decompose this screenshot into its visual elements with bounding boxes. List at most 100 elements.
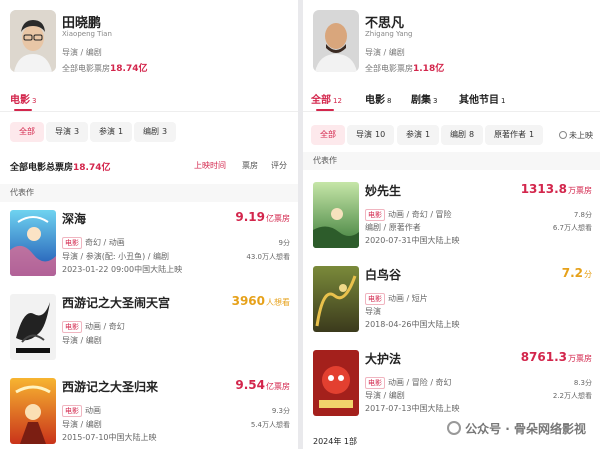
movie-score: 9.3分 [271, 407, 290, 415]
tab-other-shows[interactable]: 其他节目 1 [459, 91, 505, 106]
movie-item[interactable]: 西游记之大圣闹天宫 3960人想看 电影 动画 / 奇幻 导演 / 编剧 [0, 294, 298, 378]
person-avatar[interactable] [10, 10, 56, 72]
role-filter-chips: 全部 导演 3 参演 1 编剧 3 [0, 122, 298, 144]
tab-label: 全部 [311, 95, 331, 106]
movie-genre: 动画 / 短片 [388, 294, 428, 303]
chip-actor[interactable]: 参演 1 [397, 125, 440, 145]
movie-item[interactable]: 西游记之大圣归来 9.54亿票房 电影 动画 9.3分 导演 / 编剧 5.4万人… [0, 378, 298, 449]
movie-poster[interactable] [313, 266, 359, 332]
movie-box-office: 8761.3万票房 [521, 350, 592, 364]
total-box-office: 全部电影总票房18.74亿 [10, 160, 110, 173]
chip-original-author[interactable]: 原著作者 1 [485, 125, 544, 145]
chip-label: 全部 [19, 127, 35, 136]
person-name: 不思凡 [365, 16, 405, 31]
movie-title: 大护法 [365, 352, 402, 366]
box-office-value: 1.18亿 [413, 64, 445, 74]
chip-count: 8 [469, 130, 475, 139]
movie-item[interactable]: 白鸟谷 7.2分 电影 动画 / 短片 导演 2018-04-26中国大陆上映 [303, 266, 600, 350]
chip-director[interactable]: 导演 3 [46, 122, 89, 142]
poster-image-icon [313, 350, 359, 416]
wechat-official-account-icon [447, 421, 462, 435]
movie-metric-unit: 万票房 [568, 354, 592, 363]
chip-all[interactable]: 全部 [10, 122, 44, 142]
movie-item[interactable]: 深海 9.19亿票房 电影 奇幻 / 动画 9分 导演 / 参演(配: 小丑鱼) … [0, 210, 298, 294]
movie-metric-unit: 分 [584, 270, 592, 279]
chip-label: 参演 [99, 127, 115, 136]
movie-want-metric: 3960人想看 [232, 294, 290, 308]
person-avatar[interactable] [313, 10, 359, 72]
tab-movies[interactable]: 电影 8 [365, 91, 391, 106]
chip-label: 全部 [320, 130, 336, 139]
movie-type-tag: 电影 [365, 293, 385, 305]
movie-title: 妙先生 [365, 184, 402, 198]
movie-title: 深海 [62, 212, 87, 226]
tab-count: 3 [32, 97, 37, 105]
year-count: 1部 [343, 437, 357, 446]
chip-actor[interactable]: 参演 1 [90, 122, 133, 142]
movie-poster[interactable] [10, 378, 56, 444]
category-tabs: 全部 12 电影 8 剧集 3 其他节目 1 [303, 88, 600, 112]
poster-image-icon [10, 210, 56, 276]
person-box-office: 全部电影票房1.18亿 [365, 61, 444, 74]
movie-poster[interactable] [313, 182, 359, 248]
movie-genre-line: 电影 奇幻 / 动画 [62, 237, 125, 249]
avatar-portrait-icon [313, 10, 359, 72]
chip-all[interactable]: 全部 [311, 125, 345, 145]
movie-genre-line: 电影 动画 / 短片 [365, 293, 428, 305]
right-person-panel: 不思凡 Zhigang Yang 导演 / 编剧 全部电影票房1.18亿 全部 1… [303, 0, 600, 449]
movie-score: 9分 [278, 239, 290, 247]
poster-image-icon [10, 378, 56, 444]
movie-type-tag: 电影 [62, 405, 82, 417]
tab-all[interactable]: 全部 12 [311, 91, 342, 106]
movie-box-office: 9.19亿票房 [235, 210, 290, 224]
radio-label: 未上映 [569, 131, 593, 140]
sort-by-release-date[interactable]: 上映时间 [194, 160, 226, 171]
tab-label: 剧集 [411, 95, 431, 106]
watermark-text: 公众号 · 骨朵网络影视 [465, 422, 586, 436]
person-role: 导演 / 编剧 [62, 48, 102, 57]
chip-director[interactable]: 导演 10 [347, 125, 395, 145]
movie-roles: 导演 / 编剧 [365, 391, 405, 400]
chip-writer[interactable]: 编剧 3 [134, 122, 177, 142]
tab-series[interactable]: 剧集 3 [411, 91, 437, 106]
movie-metric-value: 9.54 [235, 378, 265, 392]
left-person-panel: 田晓鹏 Xiaopeng Tian 导演 / 编剧 全部电影票房18.74亿 电… [0, 0, 298, 449]
movie-poster[interactable] [10, 294, 56, 360]
tab-label: 电影 [10, 95, 30, 106]
movie-poster[interactable] [313, 350, 359, 416]
movie-poster[interactable] [10, 210, 56, 276]
movie-item[interactable]: 妙先生 1313.8万票房 电影 动画 / 奇幻 / 冒险 7.8分 编剧 / 原… [303, 182, 600, 266]
sort-by-rating[interactable]: 评分 [271, 160, 287, 171]
unreleased-toggle[interactable]: 未上映 [559, 130, 593, 141]
chip-label: 原著作者 [494, 130, 526, 139]
movie-metric-value: 3960 [231, 294, 265, 308]
tab-movies[interactable]: 电影 3 [10, 91, 36, 106]
movie-roles: 导演 / 参演(配: 小丑鱼) / 编剧 [62, 252, 170, 261]
chip-count: 1 [529, 130, 535, 139]
chip-label: 编剧 [450, 130, 466, 139]
movie-metric-value: 8761.3 [520, 350, 567, 364]
movie-release-date: 2017-07-13中国大陆上映 [365, 404, 460, 413]
chip-count: 3 [74, 127, 80, 136]
radio-circle-icon [559, 131, 567, 139]
total-box-office-bar: 全部电影总票房18.74亿 上映时间 票房 评分 [0, 156, 298, 178]
category-tabs: 电影 3 [0, 88, 298, 112]
movie-release-date: 2018-04-26中国大陆上映 [365, 320, 460, 329]
chip-label: 导演 [356, 130, 372, 139]
person-english-name: Xiaopeng Tian [62, 30, 112, 38]
tab-label: 电影 [365, 95, 385, 106]
movie-metric-unit: 人想看 [266, 298, 290, 307]
movie-box-office: 1313.8万票房 [521, 182, 592, 196]
poster-image-icon [313, 182, 359, 248]
year-label: 2024年 [313, 437, 342, 446]
movie-metric-unit: 万票房 [568, 186, 592, 195]
sort-by-box-office[interactable]: 票房 [242, 160, 258, 171]
section-header: 代表作 [0, 184, 298, 202]
movie-title: 白鸟谷 [365, 268, 402, 282]
movie-roles: 编剧 / 原著作者 [365, 223, 421, 232]
section-header: 代表作 [303, 152, 600, 170]
chip-writer[interactable]: 编剧 8 [441, 125, 484, 145]
chip-count: 1 [118, 127, 124, 136]
active-tab-indicator [316, 109, 334, 111]
movie-genre: 动画 [85, 406, 101, 415]
